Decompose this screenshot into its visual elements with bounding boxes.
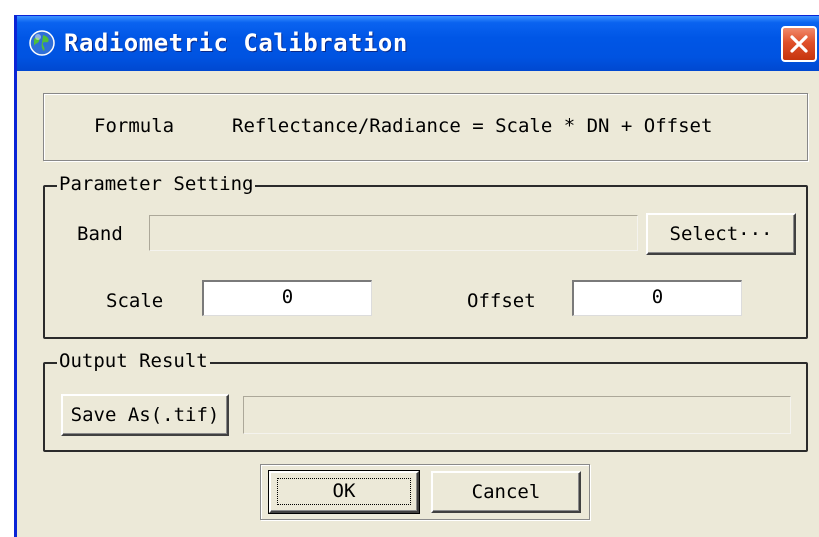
globe-icon — [29, 30, 55, 56]
cancel-button[interactable]: Cancel — [431, 471, 581, 513]
save-as-button-label: Save As(.tif) — [70, 404, 220, 426]
output-result-group: Output Result Save As(.tif) — [43, 350, 808, 452]
offset-label: Offset — [467, 290, 536, 312]
title-bar[interactable]: Radiometric Calibration — [17, 16, 819, 71]
parameter-setting-legend: Parameter Setting — [57, 173, 256, 195]
radiometric-calibration-dialog: Radiometric Calibration Formula Reflecta… — [14, 15, 819, 537]
formula-label: Formula — [94, 115, 175, 137]
formula-panel: Formula Reflectance/Radiance = Scale * D… — [43, 93, 808, 161]
save-as-button[interactable]: Save As(.tif) — [61, 394, 229, 436]
output-result-legend: Output Result — [57, 350, 210, 372]
output-path-field[interactable] — [243, 396, 791, 434]
select-button[interactable]: Select··· — [646, 213, 796, 255]
formula-text: Reflectance/Radiance = Scale * DN + Offs… — [232, 115, 713, 137]
scale-input[interactable]: 0 — [202, 280, 372, 316]
ok-button-label: OK — [332, 480, 356, 502]
select-button-label: Select··· — [669, 223, 773, 245]
scale-label: Scale — [106, 290, 164, 312]
band-label: Band — [77, 223, 123, 245]
close-button[interactable] — [781, 26, 817, 62]
parameter-setting-group: Parameter Setting Band Select··· Scale 0… — [43, 173, 808, 339]
ok-button[interactable]: OK — [268, 470, 420, 514]
band-field[interactable] — [149, 215, 638, 251]
close-icon — [790, 35, 808, 53]
window-title: Radiometric Calibration — [64, 29, 408, 57]
dialog-buttons-frame: OK Cancel — [260, 464, 590, 520]
cancel-button-label: Cancel — [471, 481, 541, 503]
offset-input[interactable]: 0 — [572, 280, 742, 316]
